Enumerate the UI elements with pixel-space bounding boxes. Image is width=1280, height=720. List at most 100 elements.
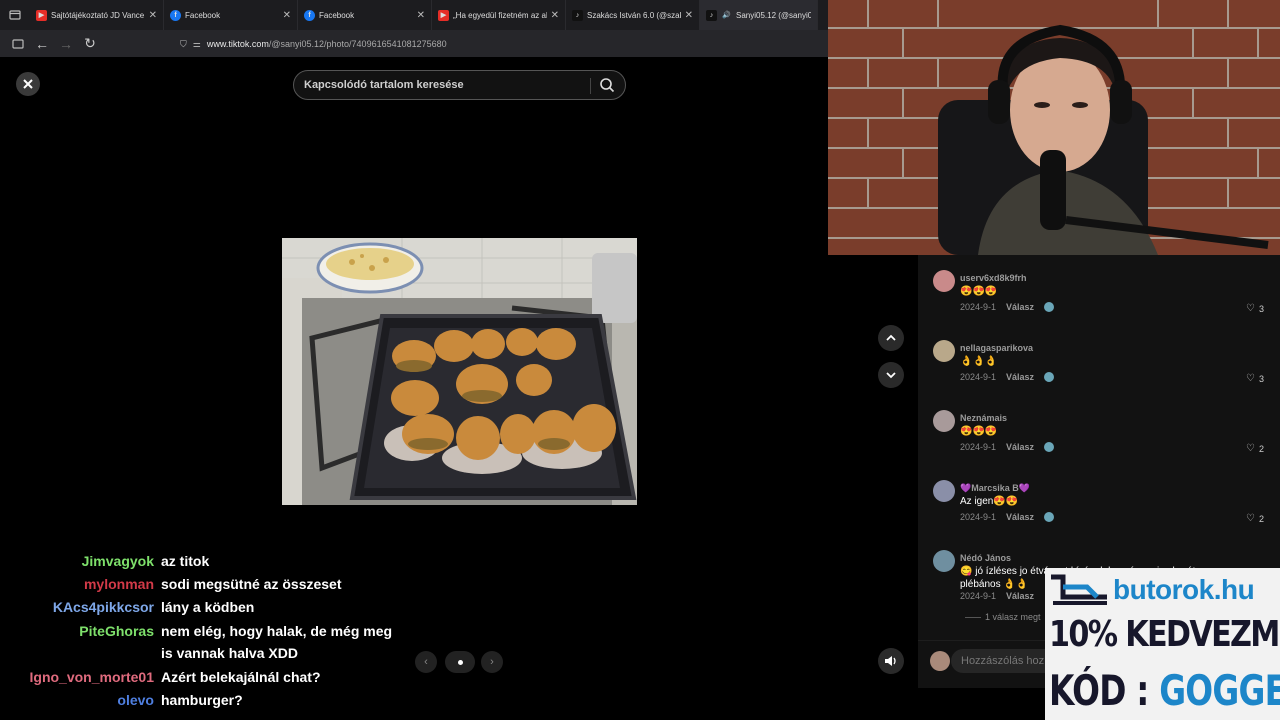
creator-liked-icon [1044,442,1055,452]
browser-tab[interactable]: ♪ Szakács István 6.0 (@szaka ✕ [566,0,700,30]
heart-icon: ♡ [1246,373,1255,384]
like-button[interactable]: ♡ 2 [1246,443,1264,454]
comment-username[interactable]: 💜Marcsika B💜 [960,483,1030,494]
like-count: 2 [1258,443,1264,454]
chat-username: PiteGhoras [79,623,154,639]
chat-text: lány a ködben [161,599,255,615]
avatar[interactable] [933,410,955,432]
creator-liked-icon [1044,512,1055,522]
comment-username[interactable]: nellagasparikova [960,343,1033,353]
tiktok-icon: ♪ [572,9,583,21]
ad-code: KÓD : GOGGER [1049,666,1280,715]
comment-date: 2024-9-1 [960,372,997,382]
chevron-right-icon: › [490,656,494,668]
chat-text: nem elég, hogy halak, de még meg is vann… [161,623,393,661]
comment-text: 😍😍😍 [960,286,998,297]
browser-tab[interactable]: f Facebook ✕ [164,0,298,30]
close-tab-icon[interactable]: ✕ [685,10,693,21]
browser-tab[interactable]: ▶ „Ha egyedül fizetném az al ✕ [432,0,566,30]
next-post-button[interactable] [878,362,904,388]
avatar[interactable] [933,480,955,502]
chat-text: az titok [161,553,210,569]
indicator-dot [457,659,463,665]
heart-icon: ♡ [1246,443,1255,454]
like-count: 3 [1258,303,1264,314]
reload-icon[interactable]: ↻ [78,32,102,56]
close-tab-icon[interactable]: ✕ [417,10,425,21]
comment-username[interactable]: userv6xd8k9frh [960,273,1027,283]
avatar[interactable] [933,550,955,572]
comment-meta: 2024-9-1 Válasz [960,512,1055,522]
like-button[interactable]: ♡ 3 [1246,303,1264,314]
replies-divider [965,617,981,619]
search-icon[interactable] [599,77,615,93]
close-icon [23,79,33,89]
back-icon[interactable]: ← [30,32,54,56]
next-image-button[interactable]: › [481,651,503,673]
search-placeholder: Kapcsolódó tartalom keresése [304,79,464,91]
post-photo [282,238,637,505]
heart-icon: ♡ [1246,303,1255,314]
comment-date: 2024-9-1 [960,442,997,452]
chevron-left-icon: ‹ [424,656,428,668]
close-tab-icon[interactable]: ✕ [149,10,157,21]
volume-button[interactable] [878,648,904,674]
browser-tab-active[interactable]: ♪ 🔊 Sanyi05.12 (@sanyi05.1 [700,0,818,30]
comment-text: 😍😍😍 [960,426,998,437]
like-button[interactable]: ♡ 2 [1246,513,1264,524]
related-search-input[interactable]: Kapcsolódó tartalom keresése [293,70,626,100]
comment-item: 💜Marcsika B💜 Az igen😍😍 2024-9-1 Válasz ♡ 2 [918,470,1280,540]
close-viewer-button[interactable] [16,72,40,96]
comment-username[interactable]: Neznámais [960,413,1007,423]
heart-icon: ♡ [1246,513,1255,524]
previous-post-button[interactable] [878,325,904,351]
sidebar-toggle-icon[interactable] [6,32,30,56]
reply-button[interactable]: Válasz [1006,442,1034,452]
speaker-icon: 🔊 [722,12,731,19]
like-count: 2 [1258,513,1264,524]
sponsor-ad: butorok.hu 10% KEDVEZMÉNY KÓD : GOGGER [1045,568,1280,720]
chat-username: KAcs4pikkcsor [52,599,154,615]
like-count: 3 [1258,373,1264,384]
chat-username: mylonman [83,576,154,592]
previous-image-button[interactable]: ‹ [415,651,437,673]
comment-username[interactable]: Nédó János [960,553,1011,563]
comment-date: 2024-9-1 [960,512,997,522]
comment-meta: 2024-9-1 Válasz [960,302,1055,312]
avatar [930,651,950,671]
youtube-icon: ▶ [36,9,47,21]
reply-button[interactable]: Válasz [1006,512,1034,522]
webcam-feed [828,0,1280,255]
facebook-icon: f [304,9,315,21]
comment-text: 👌👌👌 [960,356,998,367]
chevron-down-icon [886,372,896,379]
browser-tab[interactable]: f Facebook ✕ [298,0,432,30]
reply-button[interactable]: Válasz [1006,591,1034,601]
avatar[interactable] [933,340,955,362]
forward-icon[interactable]: → [54,32,78,56]
address-bar[interactable]: ⛉ ⚌ www.tiktok.com/@sanyi05.12/photo/740… [180,35,447,53]
chat-username: Igno_von_morte01 [29,669,154,685]
comment-item: userv6xd8k9frh 😍😍😍 2024-9-1 Válasz ♡ 3 [918,260,1280,330]
chevron-up-icon [886,334,896,341]
ad-discount: 10% KEDVEZMÉNY [1049,614,1280,655]
like-button[interactable]: ♡ 3 [1246,373,1264,384]
comment-meta: 2024-9-1 Válasz [960,442,1055,452]
tiktok-icon: ♪ [706,9,717,21]
view-replies-link[interactable]: 1 válasz megt [965,612,1041,622]
chat-text: hamburger? [161,692,243,708]
comment-text: Az igen😍😍 [960,496,1019,507]
browser-tab[interactable]: ▶ Sajtótájékoztató JD Vance a ✕ [30,0,164,30]
speaker-icon [885,656,896,666]
reply-button[interactable]: Válasz [1006,302,1034,312]
creator-liked-icon [1044,302,1055,312]
close-tab-icon[interactable]: ✕ [283,10,291,21]
browser-nav-bar: ← → ↻ ⛉ ⚌ www.tiktok.com/@sanyi05.12/pho… [0,30,828,57]
comment-item: nellagasparikova 👌👌👌 2024-9-1 Válasz ♡ 3 [918,330,1280,400]
reply-button[interactable]: Válasz [1006,372,1034,382]
avatar[interactable] [933,270,955,292]
close-tab-icon[interactable]: ✕ [551,10,559,21]
shield-icon: ⛉ [180,38,187,49]
tab-list-icon[interactable] [0,3,30,27]
comment-item: Neznámais 😍😍😍 2024-9-1 Válasz ♡ 2 [918,400,1280,470]
